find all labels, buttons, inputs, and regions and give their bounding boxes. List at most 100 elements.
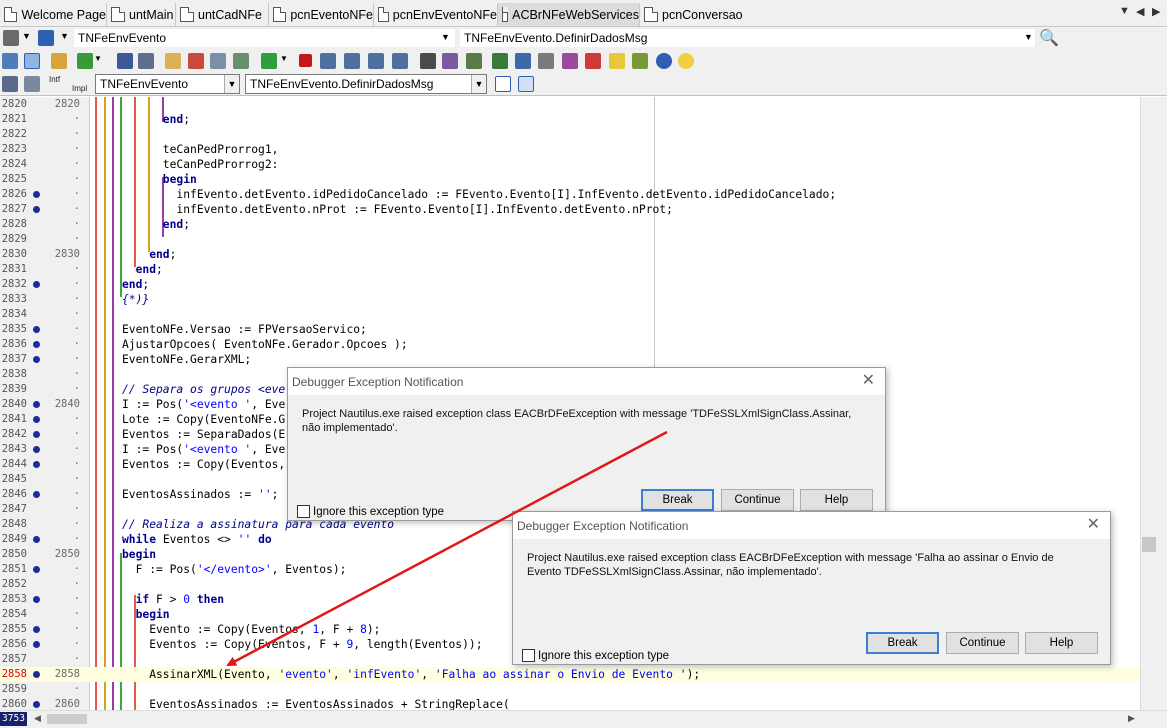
code-line[interactable]: 2832 · end; bbox=[0, 277, 1140, 292]
remove-from-project-icon[interactable] bbox=[188, 53, 204, 69]
executable-line-marker[interactable] bbox=[33, 326, 40, 333]
save-all-icon[interactable] bbox=[138, 53, 154, 69]
toggle-unit-icon[interactable] bbox=[24, 53, 40, 69]
help-button[interactable]: Help bbox=[800, 489, 873, 511]
tools-icon[interactable] bbox=[562, 53, 578, 69]
printer-icon[interactable] bbox=[38, 30, 54, 46]
executable-line-marker[interactable] bbox=[33, 536, 40, 543]
impl-button[interactable]: Impl bbox=[72, 84, 87, 93]
tab-scroll-left-icon[interactable]: ◀ bbox=[1136, 5, 1144, 18]
align-center-icon[interactable] bbox=[518, 76, 534, 92]
tab-pcneventonfe[interactable]: pcnEventoNFe bbox=[269, 3, 374, 26]
executable-line-marker[interactable] bbox=[33, 491, 40, 498]
code-line[interactable]: 2829 · bbox=[0, 232, 1140, 247]
save-icon[interactable] bbox=[117, 53, 133, 69]
code-line[interactable]: 2835 · EventoNFe.Versao := FPVersaoServico… bbox=[0, 322, 1140, 337]
horizontal-scroll-thumb[interactable] bbox=[47, 714, 87, 724]
code-line[interactable]: 2820 2820 bbox=[0, 97, 1140, 112]
database-icon[interactable] bbox=[515, 53, 531, 69]
stop-icon[interactable] bbox=[299, 54, 312, 67]
executable-line-marker[interactable] bbox=[33, 641, 40, 648]
step-into-icon[interactable] bbox=[320, 53, 336, 69]
chevron-down-icon[interactable]: ▼ bbox=[471, 75, 486, 93]
code-line[interactable]: 2830 2830 end; bbox=[0, 247, 1140, 262]
code-line[interactable]: 2823 · teCanPedProrrog1, bbox=[0, 142, 1140, 157]
chevron-down-icon[interactable]: ▼ bbox=[94, 54, 102, 63]
executable-line-marker[interactable] bbox=[33, 566, 40, 573]
debug-icon[interactable] bbox=[585, 53, 601, 69]
package-icon[interactable] bbox=[538, 53, 554, 69]
executable-line-marker[interactable] bbox=[33, 416, 40, 423]
vertical-scroll-thumb[interactable] bbox=[1142, 537, 1156, 552]
import-icon[interactable] bbox=[233, 53, 249, 69]
tab-welcome-page[interactable]: Welcome Page bbox=[0, 3, 107, 26]
executable-line-marker[interactable] bbox=[33, 191, 40, 198]
tree-icon[interactable] bbox=[492, 53, 508, 69]
code-line[interactable]: 2827 · infEvento.detEvento.nProt := FEven… bbox=[0, 202, 1140, 217]
executable-line-marker[interactable] bbox=[33, 626, 40, 633]
code-line[interactable]: 2833 · {*)} bbox=[0, 292, 1140, 307]
run-to-cursor-icon[interactable] bbox=[392, 53, 408, 69]
intf-button[interactable]: Intf bbox=[49, 75, 60, 84]
method-selector[interactable]: TNFeEnvEvento.DefinirDadosMsg ▼ bbox=[245, 74, 487, 94]
checkbox-box[interactable] bbox=[522, 649, 535, 662]
executable-line-marker[interactable] bbox=[33, 281, 40, 288]
tab-acbrnfewebservices[interactable]: ACBrNFeWebServices bbox=[498, 3, 640, 26]
grid-icon[interactable] bbox=[466, 53, 482, 69]
tab-pcnconversao[interactable]: pcnConversao bbox=[640, 3, 745, 26]
code-line[interactable]: 2822 · bbox=[0, 127, 1140, 142]
class-selector[interactable]: TNFeEnvEvento ▼ bbox=[95, 74, 240, 94]
open-project-icon[interactable] bbox=[51, 53, 67, 69]
horizontal-scrollbar[interactable] bbox=[0, 710, 1167, 728]
close-icon[interactable]: ✕ bbox=[862, 370, 875, 390]
view-form-icon[interactable] bbox=[2, 53, 18, 69]
code-line[interactable]: 2824 · teCanPedProrrog2: bbox=[0, 157, 1140, 172]
step-over-icon[interactable] bbox=[344, 53, 360, 69]
tab-pcnenveventonfe[interactable]: pcnEnvEventoNFe bbox=[374, 3, 498, 26]
close-icon[interactable]: ✕ bbox=[1087, 514, 1100, 534]
trace-into-icon[interactable] bbox=[368, 53, 384, 69]
tab-dropdown-icon[interactable]: ▼ bbox=[1119, 5, 1130, 17]
code-line[interactable]: 2831 · end; bbox=[0, 262, 1140, 277]
break-button[interactable]: Break bbox=[866, 632, 939, 654]
code-line[interactable]: 2834 · bbox=[0, 307, 1140, 322]
search-icon[interactable]: 🔍 bbox=[1039, 28, 1059, 48]
tab-untcadnfe[interactable]: untCadNFe bbox=[176, 3, 269, 26]
executable-line-marker[interactable] bbox=[33, 701, 40, 708]
help-icon[interactable] bbox=[656, 53, 672, 69]
run-icon[interactable] bbox=[261, 53, 277, 69]
ignore-exception-checkbox[interactable]: Ignore this exception type bbox=[297, 505, 444, 518]
chevron-down-icon[interactable]: ▼ bbox=[1024, 32, 1033, 42]
code-line[interactable]: 2826 · infEvento.detEvento.idPedidoCancel… bbox=[0, 187, 1140, 202]
continue-button[interactable]: Continue bbox=[721, 489, 794, 511]
scroll-left-icon[interactable]: ◀ bbox=[34, 713, 41, 724]
chevron-down-icon[interactable]: ▼ bbox=[441, 32, 450, 42]
code-line[interactable]: 2837 · EventoNFe.GerarXML; bbox=[0, 352, 1140, 367]
note-icon[interactable] bbox=[609, 53, 625, 69]
vertical-scrollbar[interactable] bbox=[1140, 97, 1167, 710]
chevron-down-icon[interactable]: ▼ bbox=[280, 54, 288, 63]
code-line[interactable]: 2859 · bbox=[0, 682, 1140, 697]
tab-scroll-right-icon[interactable]: ▶ bbox=[1152, 5, 1160, 18]
new-icon[interactable] bbox=[77, 53, 93, 69]
structure-icon[interactable] bbox=[2, 76, 18, 92]
checkbox-box[interactable] bbox=[297, 505, 310, 518]
continue-button[interactable]: Continue bbox=[946, 632, 1019, 654]
executable-line-marker[interactable] bbox=[33, 671, 40, 678]
tip-icon[interactable] bbox=[678, 53, 694, 69]
chevron-down-icon[interactable]: ▼ bbox=[60, 31, 69, 41]
break-button[interactable]: Break bbox=[641, 489, 714, 511]
executable-line-marker[interactable] bbox=[33, 431, 40, 438]
code-line[interactable]: 2825 · begin bbox=[0, 172, 1140, 187]
chevron-down-icon[interactable]: ▼ bbox=[224, 75, 239, 93]
executable-line-marker[interactable] bbox=[33, 206, 40, 213]
scroll-right-icon[interactable]: ▶ bbox=[1128, 713, 1135, 724]
executable-line-marker[interactable] bbox=[33, 596, 40, 603]
help-button[interactable]: Help bbox=[1025, 632, 1098, 654]
executable-line-marker[interactable] bbox=[33, 401, 40, 408]
align-left-icon[interactable] bbox=[495, 76, 511, 92]
chevron-down-icon[interactable]: ▼ bbox=[22, 31, 31, 41]
method-combo[interactable]: TNFeEnvEvento.DefinirDadosMsg bbox=[460, 29, 1035, 47]
executable-line-marker[interactable] bbox=[33, 356, 40, 363]
code-line[interactable]: 2836 · AjustarOpcoes( EventoNFe.Gerador.Op… bbox=[0, 337, 1140, 352]
